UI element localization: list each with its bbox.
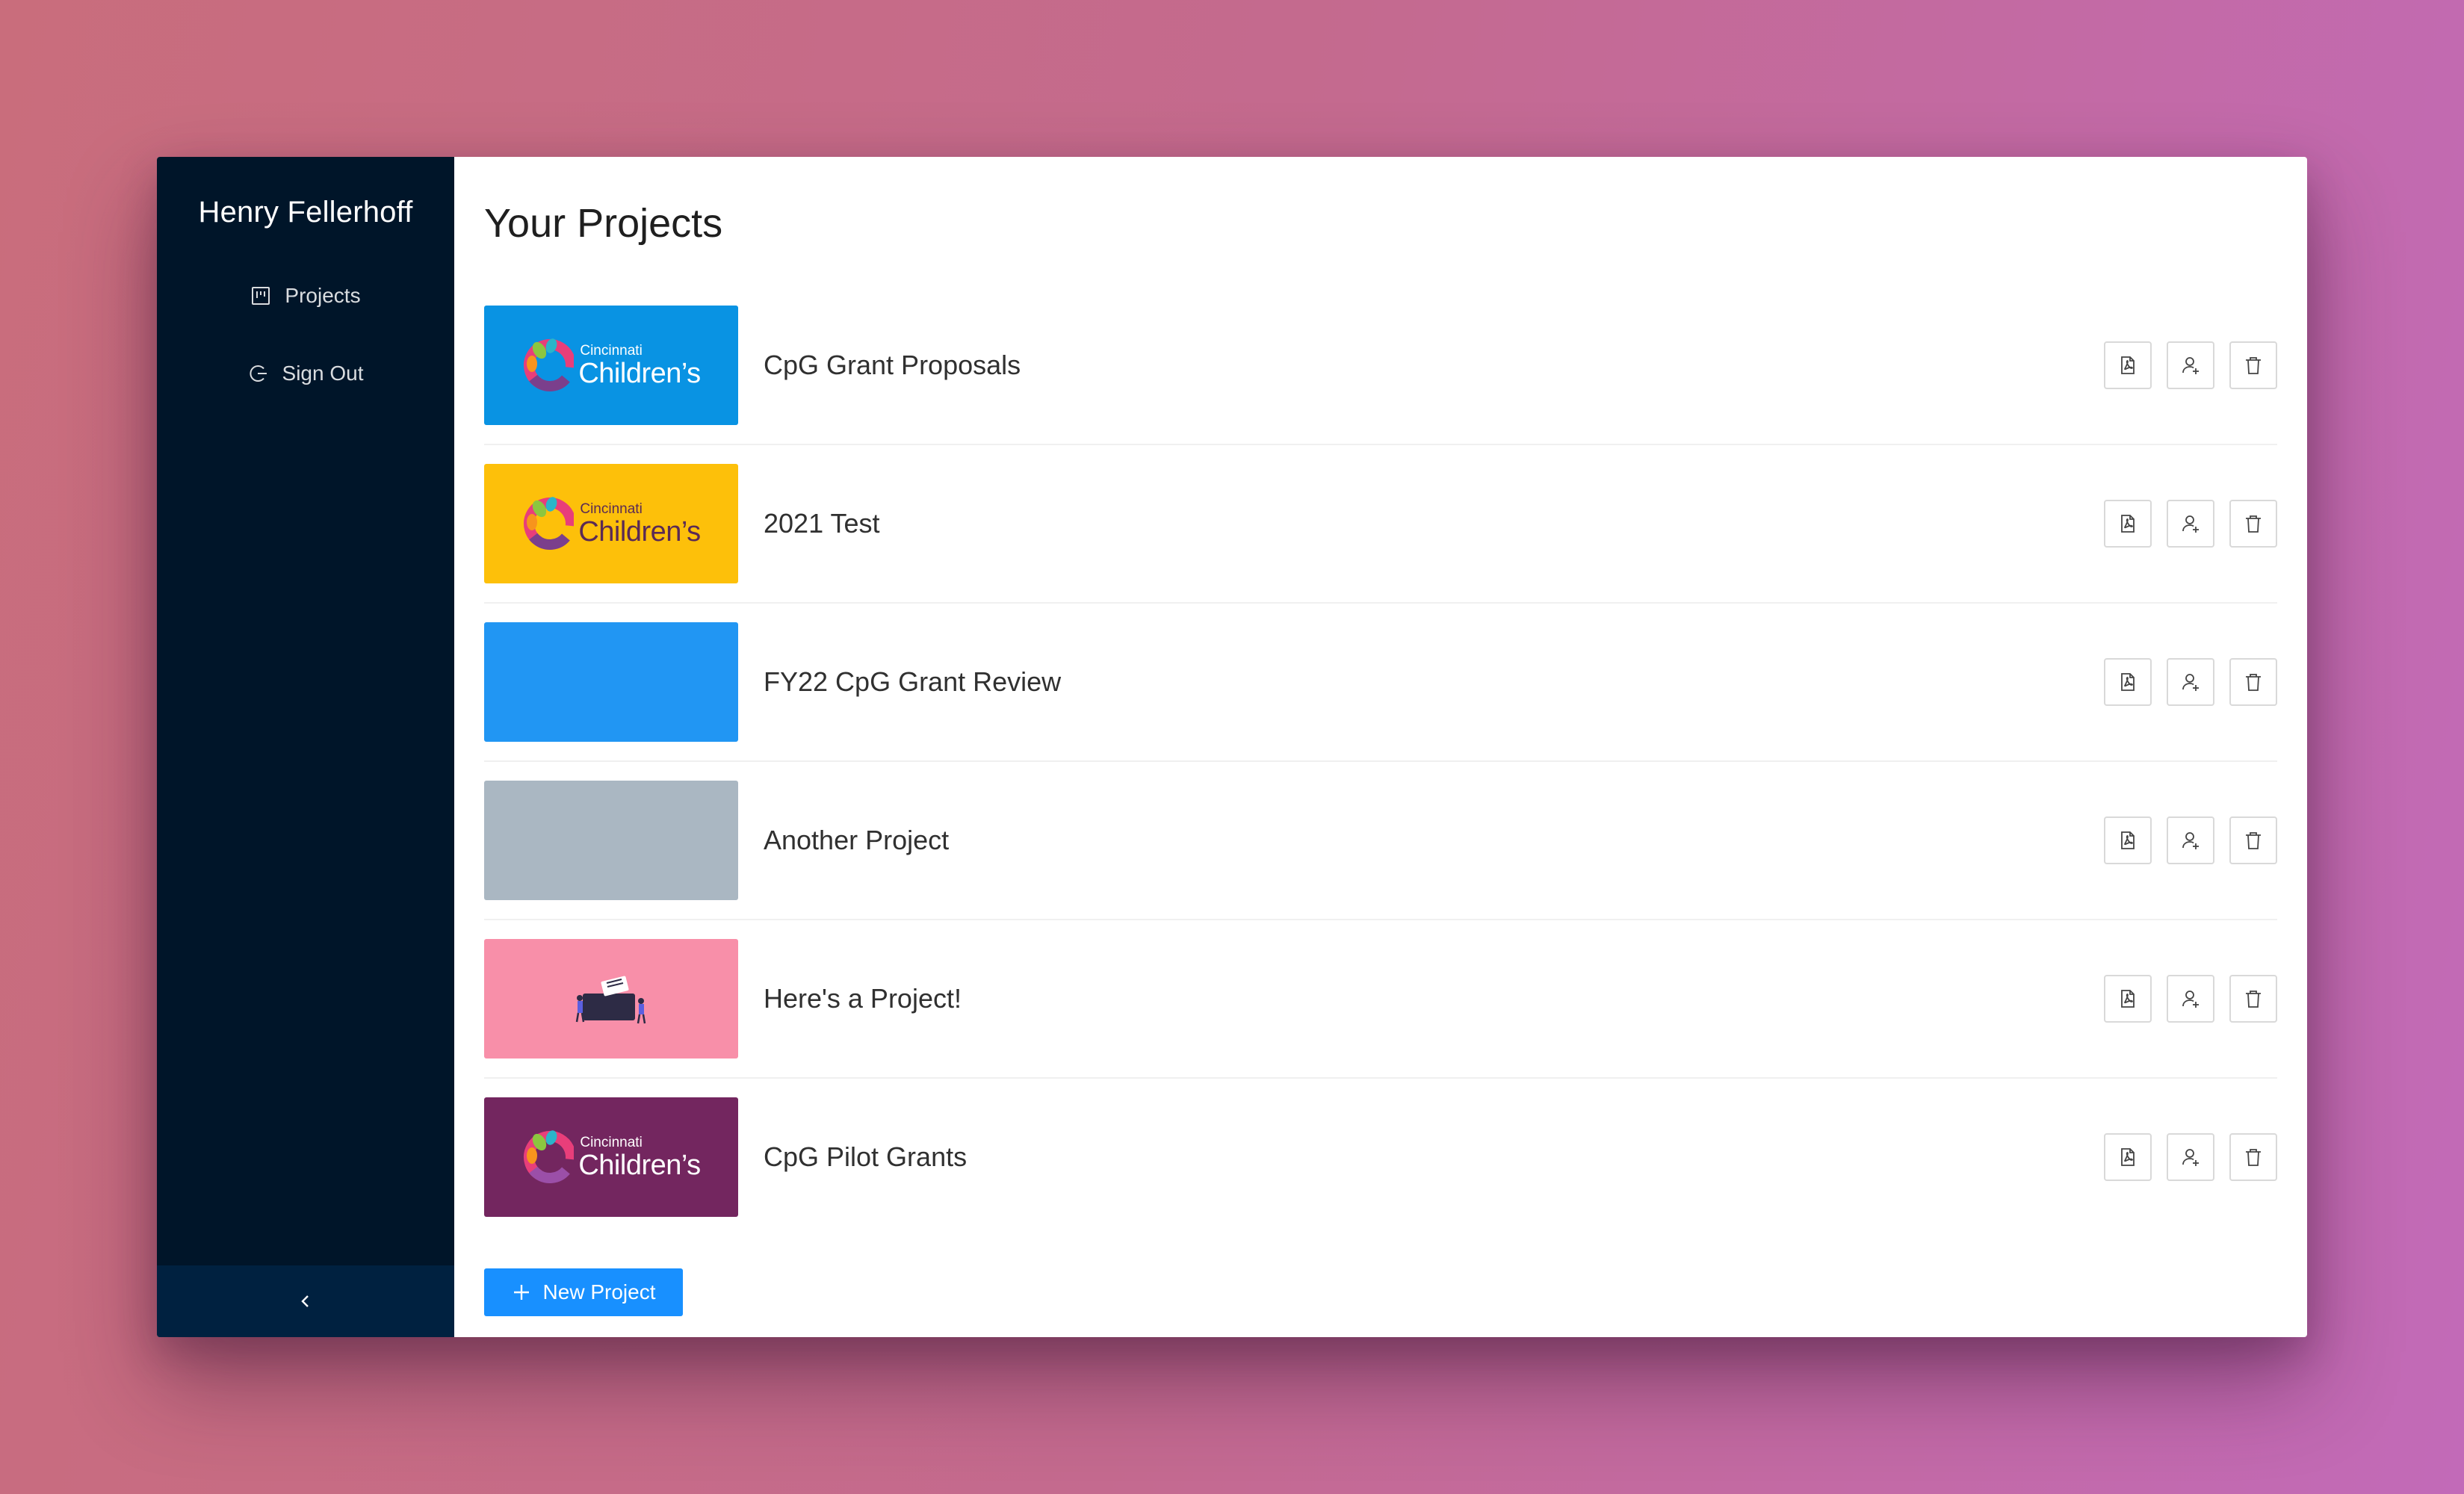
file-pdf-icon: [2121, 1148, 2135, 1166]
add-user-button[interactable]: [2167, 341, 2214, 389]
add-user-button[interactable]: [2167, 500, 2214, 548]
project-list: Cincinnati Children’s CpG Grant Proposal…: [484, 287, 2277, 1236]
project-row[interactable]: Cincinnati Children’s CpG Pilot Grants: [484, 1079, 2277, 1236]
project-thumbnail[interactable]: Cincinnati Children’s: [484, 464, 738, 583]
delete-icon: [2246, 832, 2261, 849]
new-project-label: New Project: [542, 1280, 656, 1304]
project-thumbnail[interactable]: [484, 939, 738, 1058]
user-add-icon: [2182, 357, 2199, 374]
delete-icon: [2246, 991, 2261, 1008]
delete-button[interactable]: [2229, 500, 2277, 548]
main-content: Your Projects Cincinnati Children’s CpG …: [454, 157, 2307, 1337]
delete-button[interactable]: [2229, 658, 2277, 706]
childrens-logo-icon: [524, 497, 575, 550]
sidebar-item-label: Projects: [285, 284, 361, 307]
project-thumbnail[interactable]: [484, 622, 738, 742]
user-add-icon: [2182, 991, 2199, 1008]
sidebar: Henry Fellerhoff Projects Sign Out: [157, 157, 454, 1337]
delete-button[interactable]: [2229, 341, 2277, 389]
add-user-button[interactable]: [2167, 975, 2214, 1023]
logo-small-text: Cincinnati: [580, 1134, 643, 1150]
export-pdf-button[interactable]: [2104, 975, 2152, 1023]
childrens-logo-icon: [524, 1130, 575, 1183]
sidebar-item-label: Sign Out: [282, 362, 364, 385]
row-actions: [2104, 975, 2277, 1023]
logo-big-text: Children’s: [578, 515, 701, 548]
export-pdf-button[interactable]: [2104, 658, 2152, 706]
sidebar-item-projects[interactable]: Projects: [157, 277, 454, 314]
chevron-left-icon: [301, 1295, 309, 1307]
new-project-button[interactable]: New Project: [484, 1268, 683, 1316]
project-name[interactable]: CpG Grant Proposals: [764, 350, 2277, 381]
app-window: Henry Fellerhoff Projects Sign Out Your …: [157, 157, 2307, 1337]
project-thumbnail[interactable]: Cincinnati Children’s: [484, 1097, 738, 1217]
delete-icon: [2246, 674, 2261, 691]
illustration-icon: [575, 976, 646, 1024]
file-pdf-icon: [2121, 673, 2135, 691]
logout-icon: [248, 363, 269, 384]
user-add-icon: [2182, 515, 2199, 533]
project-name[interactable]: Here's a Project!: [764, 983, 2277, 1014]
project-row[interactable]: Cincinnati Children’s 2021 Test: [484, 445, 2277, 604]
delete-button[interactable]: [2229, 816, 2277, 864]
user-name: Henry Fellerhoff: [198, 196, 413, 229]
add-user-button[interactable]: [2167, 816, 2214, 864]
export-pdf-button[interactable]: [2104, 341, 2152, 389]
add-user-button[interactable]: [2167, 1133, 2214, 1181]
project-name[interactable]: FY22 CpG Grant Review: [764, 666, 2277, 698]
sidebar-item-sign-out[interactable]: Sign Out: [157, 355, 454, 392]
sidebar-nav: Projects Sign Out: [157, 277, 454, 392]
project-thumbnail[interactable]: Cincinnati Children’s: [484, 306, 738, 425]
user-add-icon: [2182, 674, 2199, 691]
delete-icon: [2246, 515, 2261, 533]
row-actions: [2104, 658, 2277, 706]
file-pdf-icon: [2121, 990, 2135, 1008]
project-icon: [250, 285, 271, 306]
file-pdf-icon: [2121, 356, 2135, 374]
delete-button[interactable]: [2229, 1133, 2277, 1181]
project-row[interactable]: Another Project: [484, 762, 2277, 920]
project-name[interactable]: 2021 Test: [764, 508, 2277, 539]
project-name[interactable]: Another Project: [764, 825, 2277, 856]
user-add-icon: [2182, 1149, 2199, 1166]
row-actions: [2104, 500, 2277, 548]
export-pdf-button[interactable]: [2104, 1133, 2152, 1181]
childrens-logo-icon: [524, 338, 575, 391]
user-add-icon: [2182, 832, 2199, 849]
sidebar-collapse-button[interactable]: [157, 1265, 454, 1337]
project-row[interactable]: Cincinnati Children’s CpG Grant Proposal…: [484, 287, 2277, 445]
export-pdf-button[interactable]: [2104, 500, 2152, 548]
logo-small-text: Cincinnati: [580, 342, 643, 359]
project-row[interactable]: FY22 CpG Grant Review: [484, 604, 2277, 762]
export-pdf-button[interactable]: [2104, 816, 2152, 864]
logo-big-text: Children’s: [578, 357, 701, 389]
project-row[interactable]: Here's a Project!: [484, 920, 2277, 1079]
row-actions: [2104, 341, 2277, 389]
project-name[interactable]: CpG Pilot Grants: [764, 1141, 2277, 1173]
cincinnati-childrens-logo: Cincinnati Children’s: [521, 1127, 701, 1187]
logo-small-text: Cincinnati: [580, 500, 643, 517]
plus-icon: [513, 1285, 529, 1300]
add-user-button[interactable]: [2167, 658, 2214, 706]
file-pdf-icon: [2121, 515, 2135, 533]
delete-button[interactable]: [2229, 975, 2277, 1023]
cincinnati-childrens-logo: Cincinnati Children’s: [521, 494, 701, 554]
row-actions: [2104, 1133, 2277, 1181]
cincinnati-childrens-logo: Cincinnati Children’s: [521, 335, 701, 395]
row-actions: [2104, 816, 2277, 864]
logo-big-text: Children’s: [578, 1149, 701, 1181]
delete-icon: [2246, 357, 2261, 374]
delete-icon: [2246, 1149, 2261, 1166]
file-pdf-icon: [2121, 831, 2135, 849]
page-title: Your Projects: [484, 201, 723, 246]
project-thumbnail[interactable]: [484, 781, 738, 900]
